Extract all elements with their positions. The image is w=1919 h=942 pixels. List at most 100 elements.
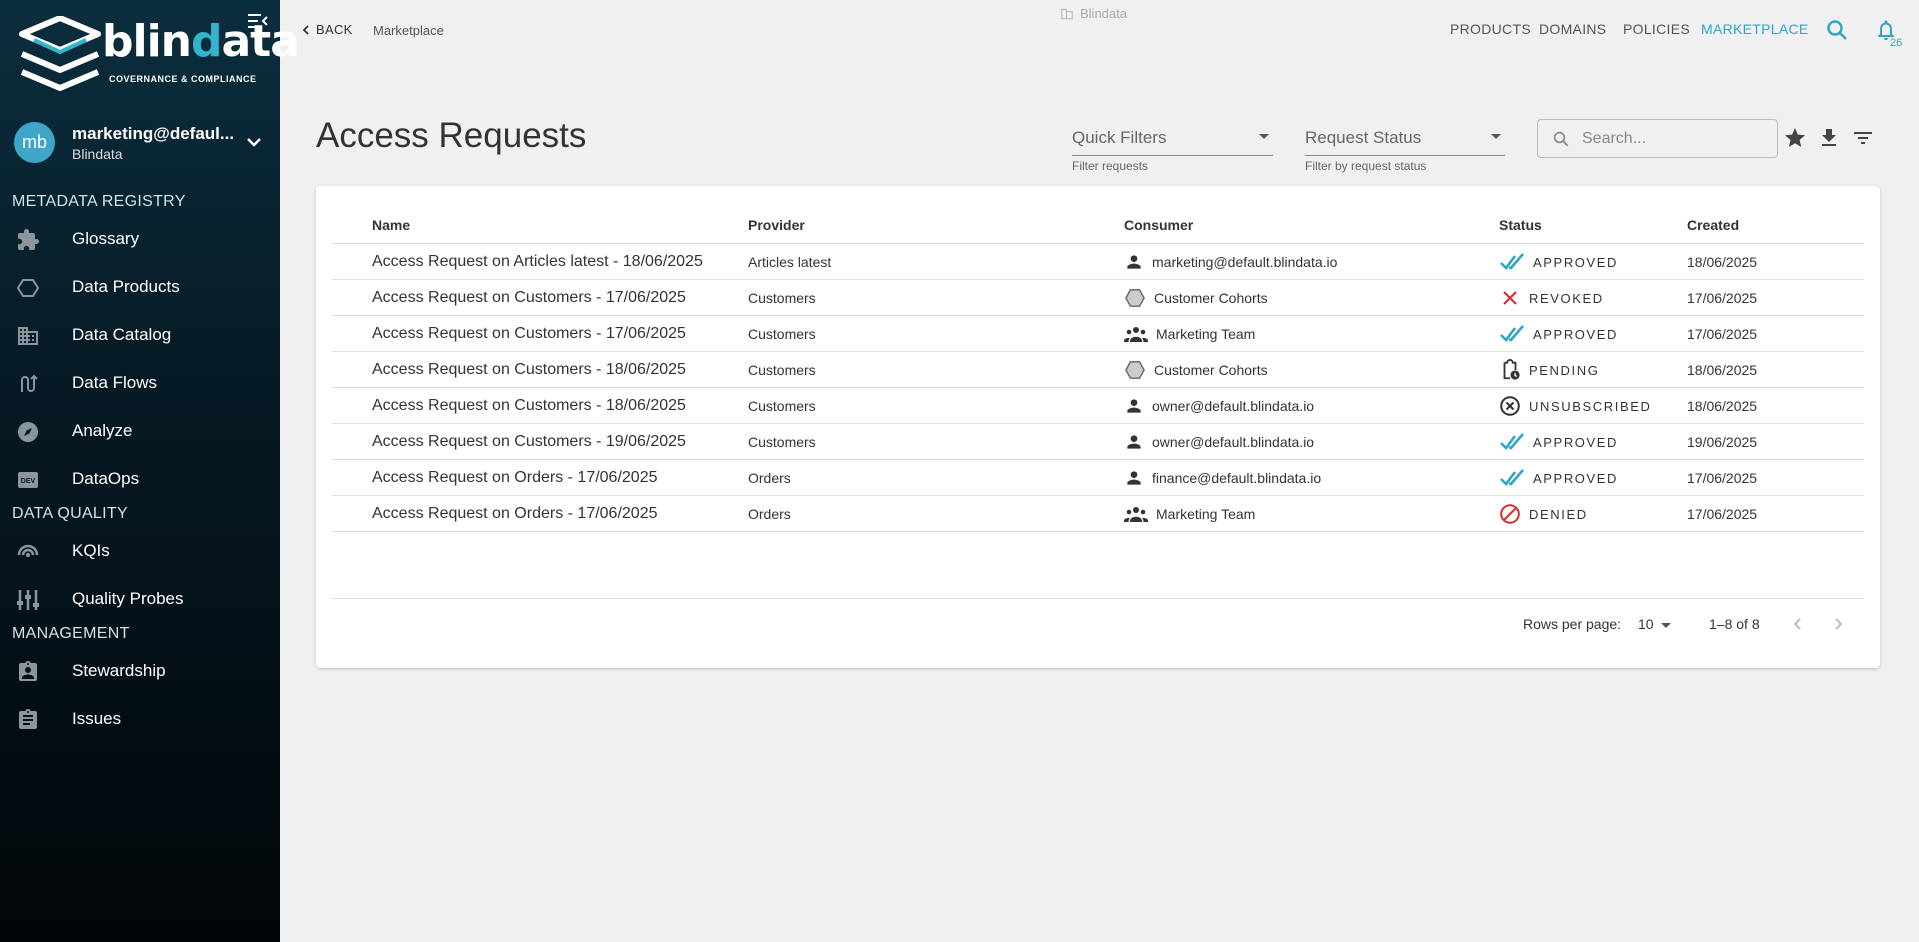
nav-domains[interactable]: DOMAINS [1539, 21, 1606, 37]
nav-policies[interactable]: POLICIES [1623, 21, 1690, 37]
consumer-label: Marketing Team [1156, 506, 1256, 522]
consumer-label: Customer Cohorts [1154, 362, 1268, 378]
request-name[interactable]: Access Request on Orders - 17/06/2025 [372, 496, 658, 532]
column-provider[interactable]: Provider [748, 217, 805, 233]
dropdown-arrow-icon [1259, 134, 1269, 139]
provider: Customers [748, 434, 816, 450]
provider: Orders [748, 506, 791, 522]
sidebar-item-analyze[interactable]: Analyze [0, 411, 280, 451]
notification-count: 26 [1890, 37, 1903, 49]
nav-marketplace[interactable]: MARKETPLACE [1701, 21, 1809, 37]
quick-filters-select[interactable]: Quick Filters [1072, 120, 1273, 156]
column-status[interactable]: Status [1499, 217, 1542, 233]
person-icon [1124, 432, 1152, 452]
status-badge: APPROVED [1499, 244, 1618, 280]
collapse-menu-icon[interactable] [246, 10, 270, 32]
status-label: DENIED [1529, 506, 1588, 522]
table-row[interactable]: Access Request on Customers - 19/06/2025… [332, 424, 1864, 460]
building-icon [18, 327, 38, 345]
breadcrumb[interactable]: Marketplace [373, 23, 444, 38]
denied-block-icon [1499, 503, 1529, 525]
rows-per-page-select[interactable]: 10 [1638, 616, 1654, 632]
created-date: 17/06/2025 [1687, 506, 1758, 522]
consumer-label: marketing@default.blindata.io [1152, 254, 1338, 270]
quick-filters-helper: Filter requests [1072, 159, 1149, 173]
request-name[interactable]: Access Request on Customers - 18/06/2025 [372, 388, 686, 424]
unsubscribed-circle-x-icon [1499, 395, 1529, 417]
star-icon[interactable] [1783, 126, 1807, 150]
sidebar-item-data-catalog[interactable]: Data Catalog [0, 315, 280, 355]
consumer: Customer Cohorts [1124, 352, 1268, 388]
status-badge: REVOKED [1499, 280, 1604, 316]
request-name[interactable]: Access Request on Articles latest - 18/0… [372, 244, 703, 280]
quick-filters-value: Quick Filters [1072, 128, 1167, 147]
table-row[interactable]: Access Request on Customers - 17/06/2025… [332, 280, 1864, 316]
table-row[interactable]: Access Request on Orders - 17/06/2025 Ord… [332, 460, 1864, 496]
search-icon [1553, 131, 1569, 147]
search-box [1537, 119, 1778, 158]
request-status-select[interactable]: Request Status [1305, 120, 1505, 156]
sidebar-item-kqis[interactable]: KQIs [0, 531, 280, 571]
status-label: APPROVED [1533, 254, 1619, 270]
person-icon [1124, 468, 1152, 488]
account-switcher[interactable]: mb marketing@defaul... Blindata [14, 122, 264, 166]
divider [332, 598, 1864, 599]
sidebar-item-label: Data Products [72, 277, 180, 296]
sidebar-item-dataops[interactable]: DEV DataOps [0, 459, 280, 499]
next-page-icon[interactable] [1826, 612, 1850, 636]
tenant-indicator: Blindata [1060, 6, 1127, 21]
top-bar: BACK Marketplace Blindata PRODUCTS DOMAI… [280, 0, 1919, 60]
consumer-label: Marketing Team [1156, 326, 1256, 342]
sidebar-item-label: Issues [72, 709, 122, 728]
sidebar-item-label: Glossary [72, 229, 140, 248]
table-row[interactable]: Access Request on Articles latest - 18/0… [332, 244, 1864, 280]
page-title: Access Requests [316, 116, 587, 155]
table-row[interactable]: Access Request on Customers - 17/06/2025… [332, 316, 1864, 352]
request-name[interactable]: Access Request on Customers - 18/06/2025 [372, 352, 686, 388]
provider: Orders [748, 470, 791, 486]
avatar: mb [14, 122, 55, 163]
column-created[interactable]: Created [1687, 217, 1739, 233]
previous-page-icon[interactable] [1786, 612, 1810, 636]
consumer-label: Customer Cohorts [1154, 290, 1268, 306]
request-name[interactable]: Access Request on Orders - 17/06/2025 [372, 460, 658, 496]
request-status-helper: Filter by request status [1305, 159, 1427, 173]
dropdown-arrow-icon[interactable] [1661, 623, 1671, 628]
status-badge: APPROVED [1499, 316, 1618, 352]
column-consumer[interactable]: Consumer [1124, 217, 1193, 233]
nav-products[interactable]: PRODUCTS [1450, 21, 1531, 37]
sidebar-item-glossary[interactable]: Glossary [0, 219, 280, 259]
search-icon[interactable] [1825, 18, 1849, 42]
chevron-left-icon [302, 24, 309, 35]
created-date: 19/06/2025 [1687, 434, 1758, 450]
sidebar-item-label: Quality Probes [72, 589, 184, 608]
request-name[interactable]: Access Request on Customers - 19/06/2025 [372, 424, 686, 460]
hexagon-icon [16, 279, 40, 297]
column-name[interactable]: Name [372, 217, 410, 233]
provider: Customers [748, 326, 816, 342]
consumer: finance@default.blindata.io [1124, 460, 1321, 496]
consumer: Customer Cohorts [1124, 280, 1268, 316]
back-button[interactable]: BACK [300, 22, 353, 37]
sidebar-item-label: Data Catalog [72, 325, 172, 344]
sidebar-item-label: Data Flows [72, 373, 158, 392]
sidebar-item-stewardship[interactable]: Stewardship [0, 651, 280, 691]
download-icon[interactable] [1817, 126, 1841, 150]
request-name[interactable]: Access Request on Customers - 17/06/2025 [372, 316, 686, 352]
table-row[interactable]: Access Request on Orders - 17/06/2025 Ord… [332, 496, 1864, 532]
filter-icon[interactable] [1851, 126, 1875, 150]
approved-check-icon [1499, 323, 1533, 345]
section-metadata-registry: METADATA REGISTRY [12, 193, 186, 210]
hexagon-icon [1124, 288, 1154, 308]
sidebar-item-data-flows[interactable]: Data Flows [0, 363, 280, 403]
table-row[interactable]: Access Request on Customers - 18/06/2025… [332, 388, 1864, 424]
clipboard-icon [19, 709, 37, 729]
created-date: 18/06/2025 [1687, 362, 1758, 378]
sidebar-item-quality-probes[interactable]: Quality Probes [0, 579, 280, 619]
request-name[interactable]: Access Request on Customers - 17/06/2025 [372, 280, 686, 316]
sidebar-item-data-products[interactable]: Data Products [0, 267, 280, 307]
search-input[interactable] [1582, 128, 1767, 150]
sidebar-item-issues[interactable]: Issues [0, 699, 280, 739]
status-label: PENDING [1529, 362, 1600, 378]
table-row[interactable]: Access Request on Customers - 18/06/2025… [332, 352, 1864, 388]
